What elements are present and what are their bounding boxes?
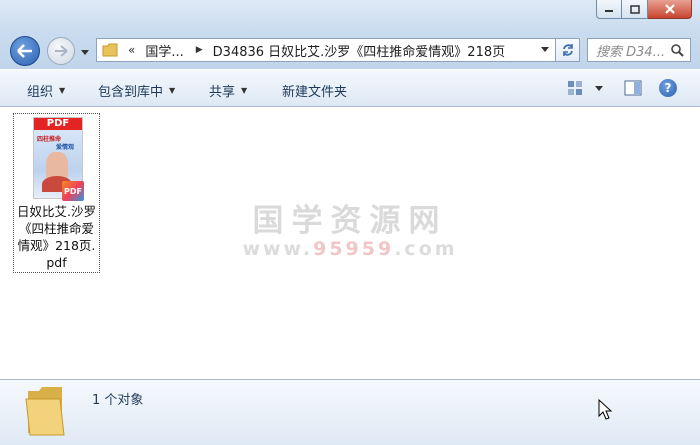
arrow-left-icon (17, 44, 32, 58)
search-input[interactable]: 搜索 D34... (587, 38, 691, 62)
include-in-library-menu[interactable]: 包含到库中 ▼ (98, 81, 175, 100)
refresh-button[interactable] (556, 38, 580, 62)
new-folder-label: 新建文件夹 (282, 85, 348, 100)
back-button[interactable] (10, 36, 40, 66)
chevron-down-icon: ▼ (59, 86, 66, 95)
command-bar: 组织 ▼ 包含到库中 ▼ 共享 ▼ 新建文件夹 ? (0, 69, 700, 107)
file-list-area[interactable]: PDF 四柱推命 爱情观 PDF 日奴比艾.沙罗 《四柱推命爱 情观》218页.… (0, 107, 700, 379)
new-folder-button[interactable]: 新建文件夹 (282, 81, 347, 100)
organize-label: 组织 (27, 85, 54, 100)
share-menu[interactable]: 共享 ▼ (209, 81, 247, 100)
recent-pages-dropdown[interactable] (80, 47, 90, 57)
preview-pane-button[interactable] (624, 80, 642, 99)
watermark-title: 国学资源网 (252, 203, 448, 239)
address-bar[interactable]: « 国学... ▶ D34836 日奴比艾.沙罗《四柱推命爱情观》218页 (96, 38, 556, 62)
help-icon: ? (664, 81, 672, 95)
address-overflow[interactable]: « (128, 43, 135, 57)
folder-icon (102, 43, 118, 57)
address-segment-parent[interactable]: 国学... (145, 41, 183, 60)
watermark-url: www.95959.com (240, 238, 460, 260)
file-name[interactable]: 日奴比艾.沙罗 《四柱推命爱 情观》218页. pdf (14, 203, 99, 271)
pdf-file-icon: PDF (62, 181, 84, 201)
change-view-button[interactable] (567, 80, 603, 96)
address-segment-current[interactable]: D34836 日奴比艾.沙罗《四柱推命爱情观》218页 (213, 41, 505, 60)
arrow-right-icon (55, 45, 68, 57)
help-button[interactable]: ? (659, 79, 677, 97)
item-count: 1 个对象 (92, 393, 144, 408)
chevron-down-icon (81, 49, 89, 55)
preview-pane-icon (624, 80, 642, 96)
search-icon[interactable] (670, 43, 684, 57)
chevron-down-icon: ▼ (169, 86, 176, 95)
address-dropdown-icon[interactable] (541, 47, 549, 52)
maximize-icon (629, 4, 640, 14)
close-button[interactable] (648, 0, 692, 19)
forward-button[interactable] (47, 37, 75, 65)
watermark-url-number: 95959 (313, 238, 395, 260)
chevron-down-icon: ▼ (241, 86, 248, 95)
file-item[interactable]: PDF 四柱推命 爱情观 PDF 日奴比艾.沙罗 《四柱推命爱 情观》218页.… (13, 113, 100, 273)
share-label: 共享 (209, 85, 236, 100)
details-pane: 1 个对象 (0, 379, 700, 445)
refresh-icon (562, 44, 573, 56)
search-placeholder: 搜索 D34... (596, 44, 666, 60)
close-icon (664, 4, 675, 14)
maximize-button[interactable] (622, 0, 648, 19)
caption-buttons (596, 0, 692, 19)
watermark-url-prefix: www. (242, 238, 314, 260)
folder-icon (25, 387, 65, 436)
watermark: 国学资源网 www.95959.com (240, 195, 460, 260)
breadcrumb-arrow-icon[interactable]: ▶ (196, 45, 203, 55)
cover-subtitle: 爱情观 (56, 144, 75, 151)
watermark-url-suffix: .com (394, 238, 458, 260)
thumbnail-header: PDF (34, 118, 82, 130)
minimize-button[interactable] (596, 0, 622, 19)
view-grid-icon (568, 81, 582, 95)
minimize-icon (605, 10, 613, 12)
organize-menu[interactable]: 组织 ▼ (27, 81, 65, 100)
include-in-library-label: 包含到库中 (98, 85, 164, 100)
title-bar (0, 0, 700, 33)
view-options-dropdown-icon[interactable] (595, 85, 603, 91)
mouse-cursor-icon (598, 399, 612, 420)
navigation-bar: « 国学... ▶ D34836 日奴比艾.沙罗《四柱推命爱情观》218页 搜索… (0, 33, 700, 69)
